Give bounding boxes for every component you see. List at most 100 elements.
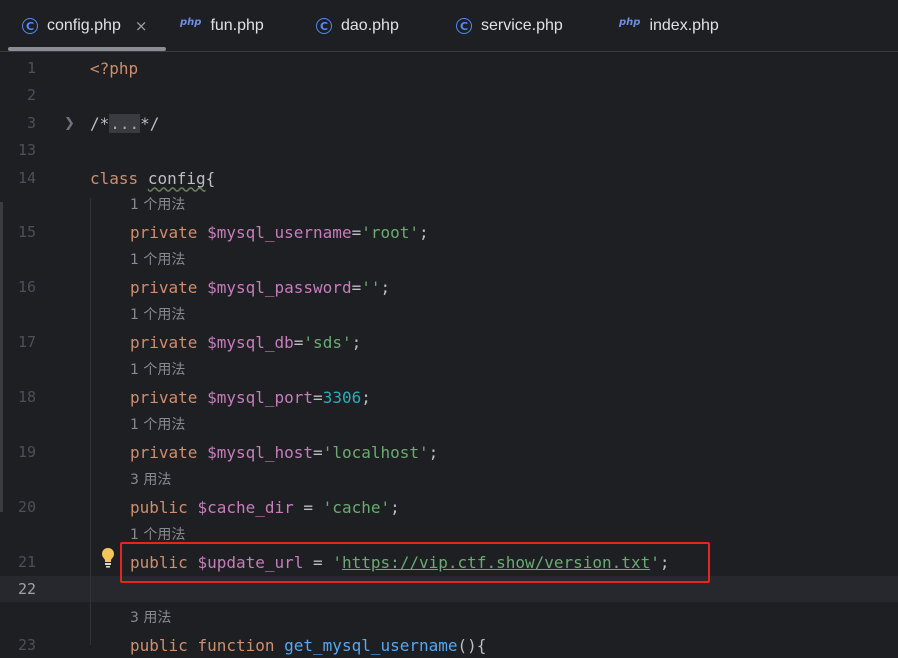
comment-open: /* [90, 113, 110, 133]
keyword: private [130, 277, 198, 297]
php-file-icon: php [180, 16, 202, 28]
property-declaration: private $mysql_password=''; [130, 278, 390, 297]
line-number: 18 [17, 388, 36, 406]
usage-hint[interactable]: 1 个用法 [130, 248, 185, 270]
class-c-icon: C [22, 18, 38, 34]
operator: = [313, 442, 323, 462]
line-number: 16 [17, 278, 36, 296]
semicolon: ; [380, 277, 391, 297]
line-number: 1 [26, 59, 36, 77]
php-file-icon: php [619, 16, 641, 28]
tab-fun-php[interactable]: php fun.php [180, 0, 264, 52]
fold-expand-icon[interactable]: ❯ [64, 116, 75, 131]
usage-hint[interactable]: 3 用法 [130, 468, 171, 490]
semicolon: ; [351, 332, 362, 352]
string-value: 'root' [361, 222, 420, 242]
line-number: 20 [17, 498, 36, 516]
class-declaration: class config{ [90, 169, 215, 188]
tab-label: fun.php [210, 17, 264, 34]
variable: $mysql_username [207, 222, 352, 242]
close-icon[interactable]: × [135, 17, 148, 35]
tab-config-php[interactable]: C config.php × [22, 0, 147, 52]
keyword: function [197, 635, 275, 655]
property-declaration: private $mysql_host='localhost'; [130, 443, 438, 462]
brace: { [205, 168, 216, 188]
string-value: 'cache' [322, 497, 391, 517]
keyword: public [130, 497, 188, 517]
operator: = [293, 497, 323, 517]
editor-tab-bar: C config.php × php fun.php C dao.php C s… [0, 0, 898, 52]
active-tab-indicator [8, 47, 166, 51]
code-line[interactable]: 3 ❯ /*...*/ [0, 110, 898, 136]
keyword: public [130, 635, 188, 655]
keyword: private [130, 442, 198, 462]
operator: = [313, 387, 323, 407]
semicolon: ; [419, 222, 429, 242]
tab-index-php[interactable]: php index.php [619, 0, 719, 52]
line-number: 23 [17, 636, 36, 654]
keyword: private [130, 332, 198, 352]
code-line[interactable]: 17 private $mysql_db='sds'; [0, 329, 898, 355]
class-c-icon: C [456, 18, 472, 34]
string-value: '' [361, 277, 381, 297]
code-line-current[interactable]: 22 [0, 576, 898, 602]
line-number: 3 [26, 114, 36, 132]
scroll-marker [0, 202, 3, 512]
keyword: private [130, 222, 198, 242]
code-line[interactable]: 13 [0, 137, 898, 163]
property-declaration: private $mysql_db='sds'; [130, 333, 361, 352]
method-declaration: public function get_mysql_username(){ [130, 636, 486, 655]
line-number: 19 [17, 443, 36, 461]
variable: $mysql_host [207, 442, 314, 462]
code-line[interactable]: 1 <?php [0, 55, 898, 81]
class-name[interactable]: config [148, 169, 206, 188]
function-name[interactable]: get_mysql_username [284, 636, 457, 655]
code-line[interactable]: 2 [0, 82, 898, 108]
tab-dao-php[interactable]: C dao.php [316, 0, 399, 52]
code-line[interactable]: 20 public $cache_dir = 'cache'; [0, 494, 898, 520]
usage-hint[interactable]: 3 用法 [130, 606, 171, 628]
line-number: 21 [17, 553, 36, 571]
property-declaration: private $mysql_port=3306; [130, 388, 371, 407]
code-line[interactable]: 19 private $mysql_host='localhost'; [0, 439, 898, 465]
fold-placeholder[interactable]: ... [109, 113, 141, 133]
operator: = [351, 222, 362, 242]
code-line[interactable]: 15 private $mysql_username='root'; [0, 219, 898, 245]
usage-hint[interactable]: 1 个用法 [130, 358, 185, 380]
code-line[interactable]: 14 class config{ [0, 165, 898, 191]
tab-label: service.php [481, 17, 563, 34]
line-number: 14 [17, 169, 36, 187]
variable: $mysql_password [207, 277, 352, 297]
number-value: 3306 [322, 387, 362, 407]
usage-hint[interactable]: 1 个用法 [130, 413, 185, 435]
code-line[interactable]: 16 private $mysql_password=''; [0, 274, 898, 300]
variable: $mysql_db [207, 332, 294, 352]
code-line[interactable]: 23 public function get_mysql_username(){ [0, 632, 898, 658]
property-declaration: private $mysql_username='root'; [130, 223, 429, 242]
string-value: 'localhost' [322, 442, 429, 462]
parens-brace: (){ [457, 635, 487, 655]
comment-close: */ [140, 113, 160, 133]
operator: = [293, 332, 304, 352]
semicolon: ; [390, 497, 400, 517]
folded-comment[interactable]: /*...*/ [90, 113, 160, 133]
keyword: private [130, 387, 198, 407]
tab-label: config.php [47, 17, 121, 34]
class-c-icon: C [316, 18, 332, 34]
tab-label: dao.php [341, 17, 399, 34]
usage-hint[interactable]: 1 个用法 [130, 303, 185, 325]
code-editor[interactable]: 1 <?php 2 3 ❯ /*...*/ 13 14 class config… [0, 52, 898, 655]
semicolon: ; [428, 442, 439, 462]
variable: $mysql_port [207, 387, 314, 407]
operator: = [351, 277, 362, 297]
line-number: 15 [17, 223, 36, 241]
code-line[interactable]: 18 private $mysql_port=3306; [0, 384, 898, 410]
tab-service-php[interactable]: C service.php [456, 0, 563, 52]
usage-hint[interactable]: 1 个用法 [130, 193, 185, 215]
variable: $cache_dir [197, 497, 294, 517]
semicolon: ; [361, 387, 371, 407]
string-value: 'sds' [303, 332, 352, 352]
line-number: 22 [17, 580, 36, 598]
line-number: 2 [26, 86, 36, 104]
line-number: 17 [17, 333, 36, 351]
